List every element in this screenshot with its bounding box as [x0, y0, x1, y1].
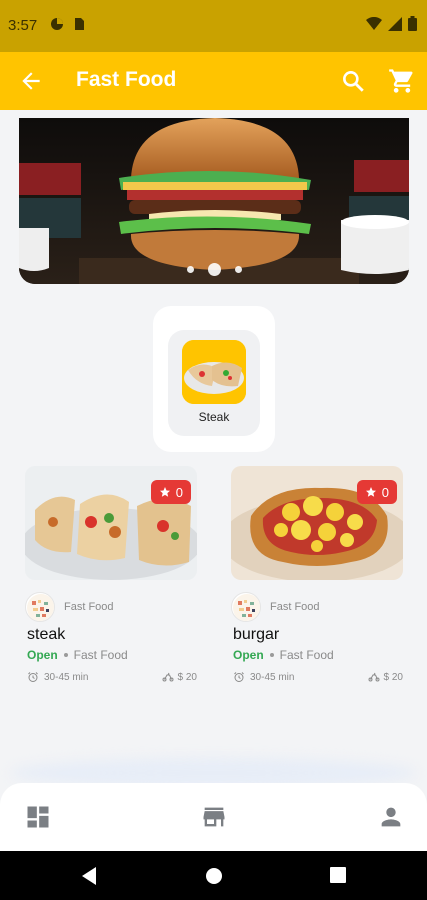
- system-navigation-bar: [0, 851, 427, 900]
- restaurant-row[interactable]: Fast Food: [25, 592, 114, 622]
- battery-icon: [408, 16, 417, 31]
- cart-icon[interactable]: [388, 67, 416, 95]
- carousel-dot[interactable]: [186, 266, 194, 273]
- product-card-steak[interactable]: 0 Fast Food steak Open Fast Food 30-45 m…: [25, 466, 197, 696]
- separator-dot: [63, 653, 68, 657]
- person-icon[interactable]: [377, 803, 405, 831]
- delivery-bike-icon: [368, 672, 380, 682]
- restaurant-logo-image: [27, 594, 54, 621]
- category-tile: Steak: [168, 330, 260, 436]
- category-label: Steak: [198, 410, 230, 424]
- rating-badge: 0: [356, 480, 397, 504]
- delivery-fee-text: $ 20: [177, 671, 197, 683]
- page-title: Fast Food: [76, 68, 177, 91]
- product-category: Fast Food: [279, 648, 334, 662]
- banner-burger-image: [19, 118, 409, 284]
- rating-badge: 0: [150, 480, 191, 504]
- restaurant-row[interactable]: Fast Food: [231, 592, 320, 622]
- product-image: 0: [25, 466, 197, 580]
- wrap-food-image: [182, 340, 246, 404]
- product-name: burgar: [233, 626, 280, 643]
- delivery-fee: $ 20: [162, 671, 197, 683]
- rating-value: 0: [381, 484, 389, 500]
- wifi-icon: [366, 16, 382, 30]
- sim-card-icon: [75, 18, 84, 30]
- data-saver-icon: [51, 18, 63, 30]
- app-bar: Fast Food: [0, 52, 427, 110]
- carousel-dot-active[interactable]: [207, 263, 221, 276]
- separator-dot: [269, 653, 274, 657]
- delivery-time: 30-45 min: [233, 671, 294, 683]
- product-card-burgar[interactable]: 0 Fast Food burgar Open Fast Food 30-45 …: [231, 466, 403, 696]
- search-icon[interactable]: [340, 68, 366, 94]
- carousel-dot[interactable]: [234, 266, 242, 273]
- status-bar: 3:57: [0, 0, 427, 52]
- product-meta: Open Fast Food: [27, 648, 128, 662]
- carousel-indicator: [19, 263, 409, 276]
- bottom-navigation: [0, 783, 427, 851]
- star-icon: [159, 487, 170, 497]
- alarm-clock-icon: [234, 672, 244, 682]
- restaurant-name: Fast Food: [270, 601, 320, 613]
- open-status: Open: [233, 648, 264, 662]
- home-circle-icon[interactable]: [204, 866, 224, 886]
- store-icon[interactable]: [200, 803, 228, 831]
- restaurant-logo: [25, 592, 55, 622]
- delivery-time-text: 30-45 min: [44, 671, 89, 683]
- product-name: steak: [27, 626, 66, 643]
- category-card-steak[interactable]: Steak: [153, 306, 275, 452]
- rating-value: 0: [175, 484, 183, 500]
- recents-square-icon[interactable]: [329, 866, 347, 884]
- alarm-clock-icon: [28, 672, 38, 682]
- delivery-fee-text: $ 20: [383, 671, 403, 683]
- star-icon: [365, 487, 376, 497]
- dashboard-icon[interactable]: [24, 803, 52, 831]
- restaurant-logo-image: [233, 594, 260, 621]
- cell-signal-icon: [388, 16, 402, 31]
- product-category: Fast Food: [73, 648, 128, 662]
- product-meta: Open Fast Food: [233, 648, 334, 662]
- restaurant-name: Fast Food: [64, 601, 114, 613]
- status-time: 3:57: [8, 17, 38, 34]
- delivery-time-text: 30-45 min: [250, 671, 295, 683]
- back-arrow-icon[interactable]: [18, 68, 44, 94]
- delivery-fee: $ 20: [368, 671, 403, 683]
- promo-banner[interactable]: [19, 118, 409, 284]
- category-image: [182, 340, 246, 404]
- restaurant-logo: [231, 592, 261, 622]
- delivery-time: 30-45 min: [27, 671, 88, 683]
- back-triangle-icon[interactable]: [80, 866, 98, 886]
- product-image: 0: [231, 466, 403, 580]
- open-status: Open: [27, 648, 58, 662]
- delivery-bike-icon: [162, 672, 174, 682]
